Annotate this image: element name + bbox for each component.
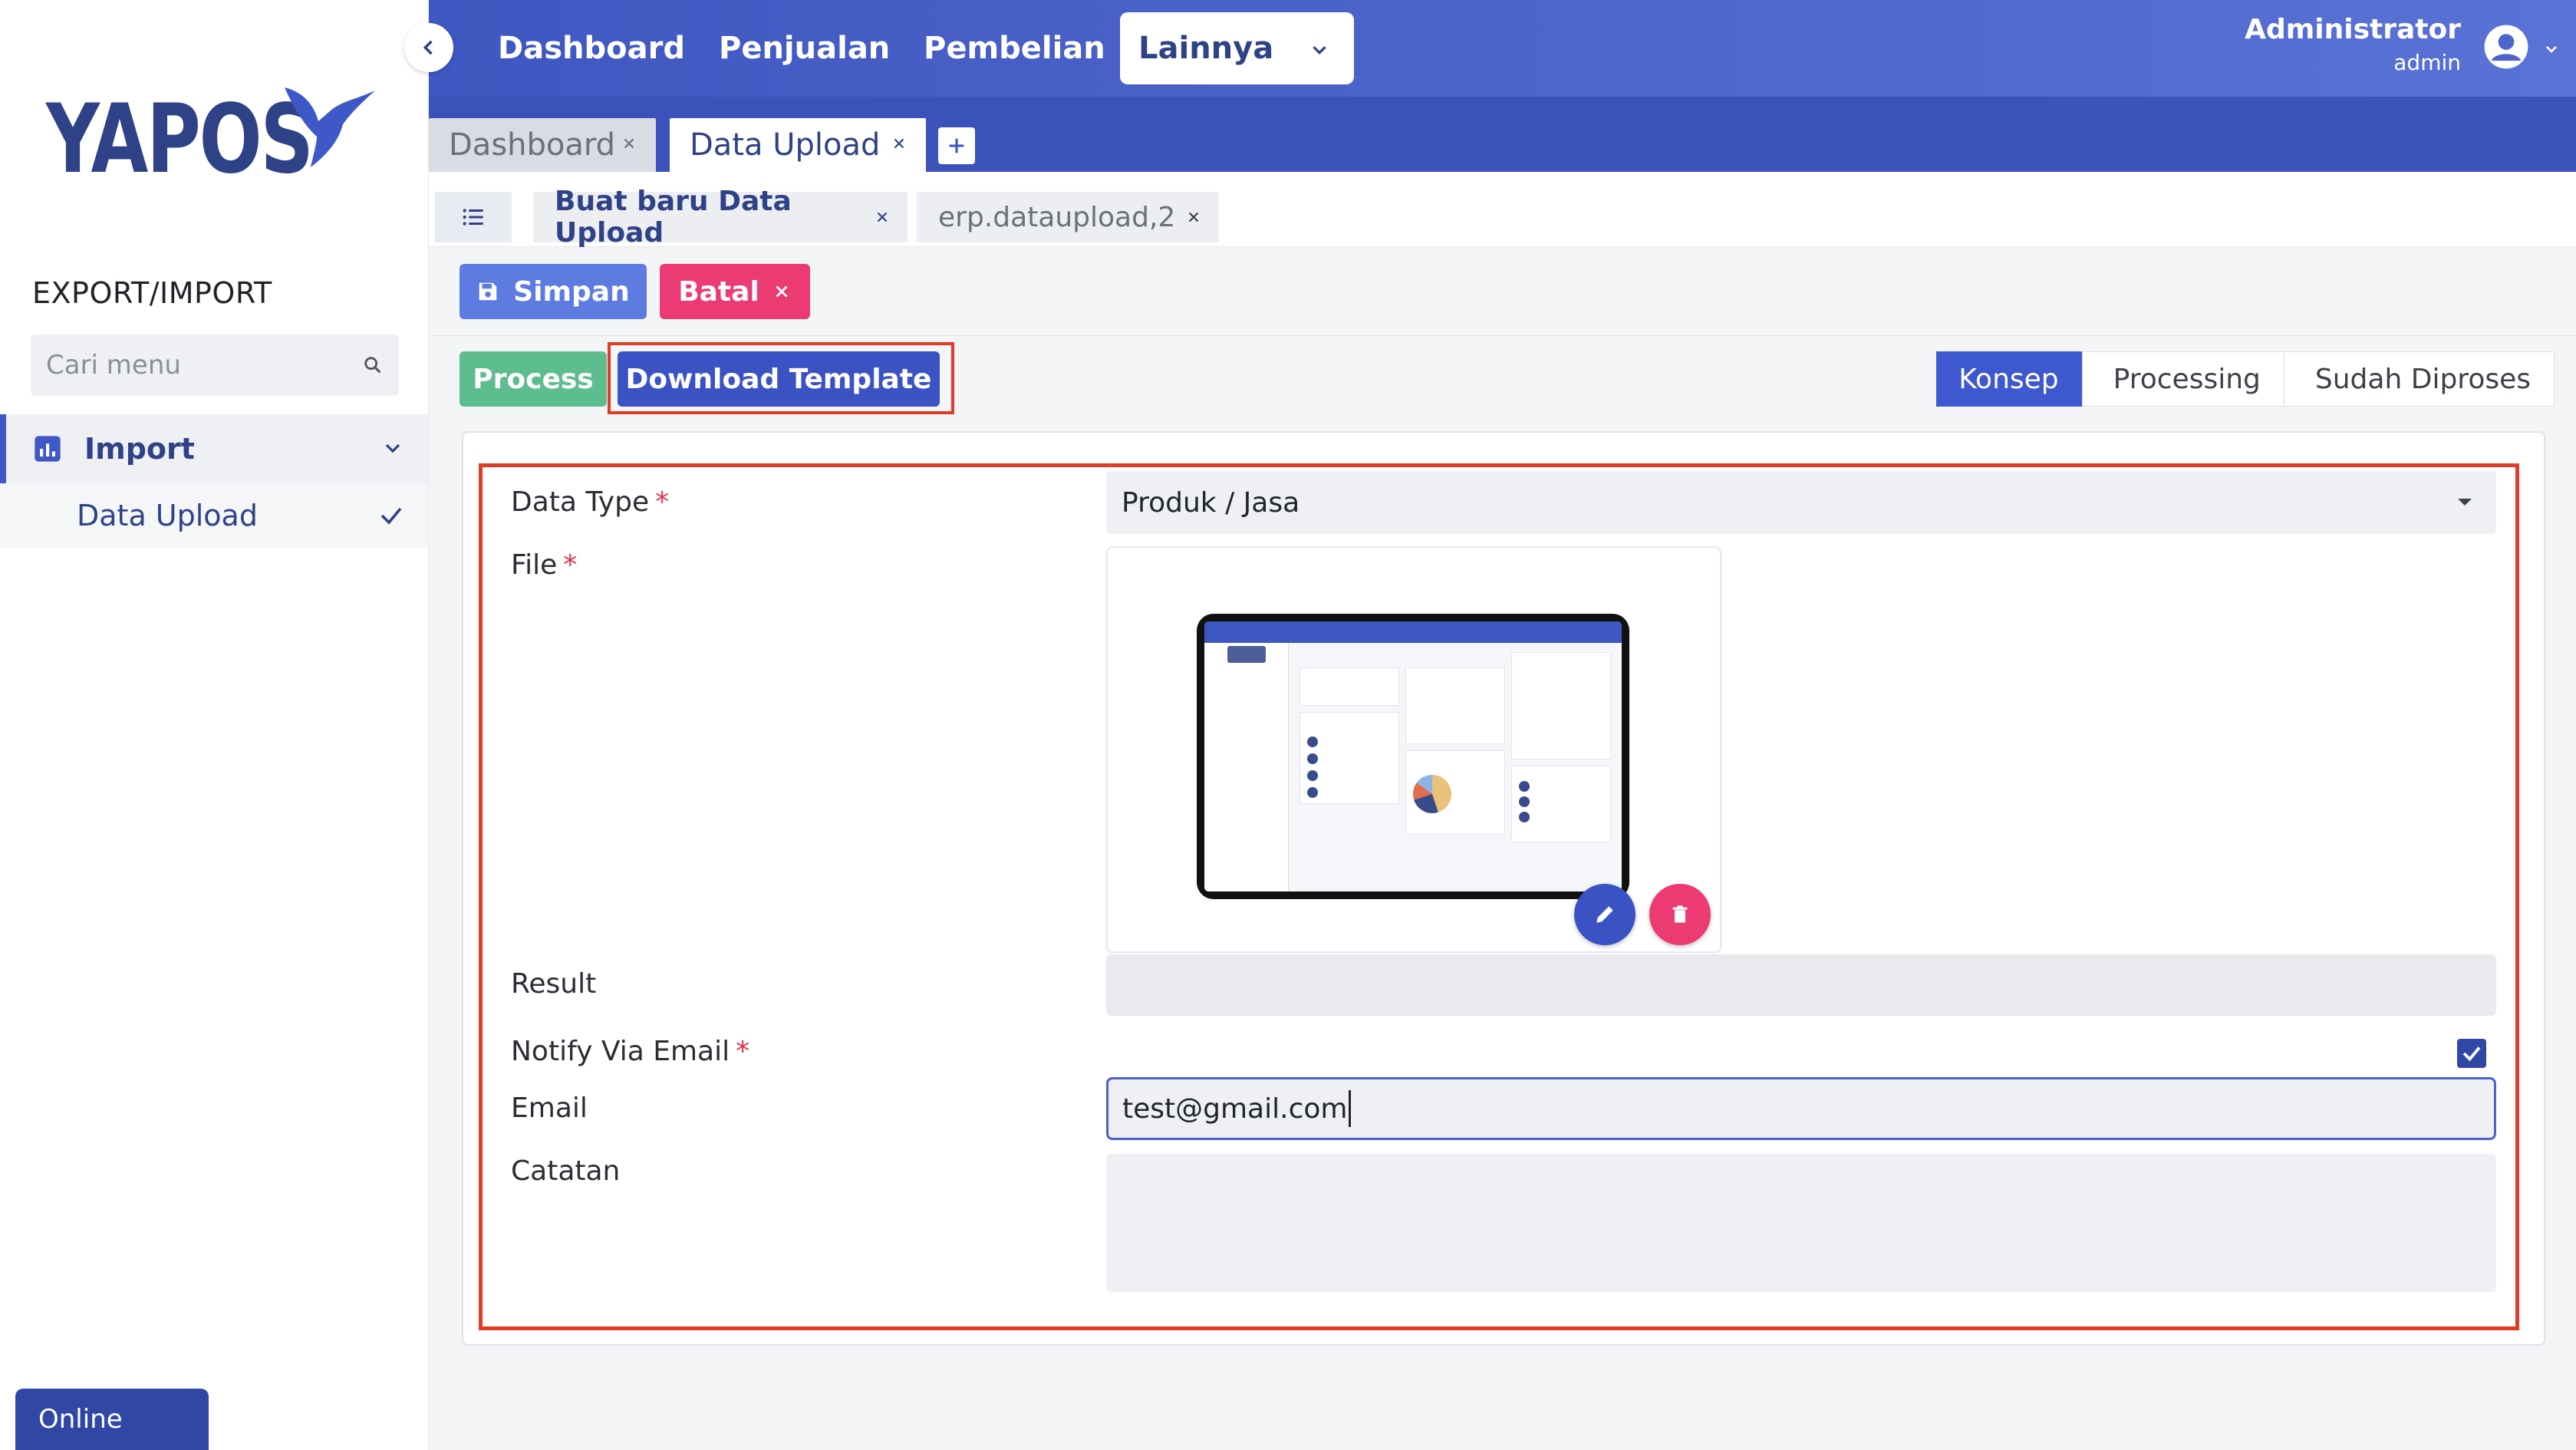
sidebar: YAPOS EXPORT/IMPORT Cari menu Import Dat… — [0, 0, 429, 1450]
add-tab-button[interactable] — [938, 127, 975, 164]
tab-dashboard[interactable]: Dashboard — [429, 118, 656, 172]
status-stages: Konsep Processing Sudah Diproses — [1936, 351, 2555, 407]
app-logo: YAPOS — [46, 84, 387, 195]
nav-dashboard[interactable]: Dashboard — [498, 0, 685, 97]
breadcrumb-record[interactable]: erp.dataupload,2 — [917, 192, 1219, 242]
form-actions: Simpan Batal — [429, 247, 2576, 336]
cancel-label: Batal — [678, 275, 759, 308]
menu-search-input[interactable]: Cari menu — [31, 334, 399, 396]
breadcrumb-new-upload[interactable]: Buat baru Data Upload — [533, 186, 908, 249]
required-mark: * — [563, 549, 578, 581]
edit-file-button[interactable] — [1574, 884, 1636, 945]
notify-label: Notify Via Email * — [511, 1036, 750, 1067]
result-label: Result — [511, 968, 597, 1000]
nav-pembelian[interactable]: Pembelian — [924, 0, 1105, 97]
stage-konsep[interactable]: Konsep — [1936, 351, 2083, 407]
user-info[interactable]: Administrator admin — [2245, 14, 2461, 75]
stage-sudah-diproses[interactable]: Sudah Diproses — [2283, 351, 2555, 407]
user-avatar-icon[interactable] — [2482, 23, 2530, 71]
save-button[interactable]: Simpan — [460, 264, 647, 319]
tab-data-upload[interactable]: Data Upload — [670, 118, 926, 172]
highlight-frame-template — [608, 342, 954, 414]
sidebar-item-import-label: Import — [84, 432, 195, 466]
notes-textarea[interactable] — [1106, 1154, 2496, 1292]
top-navbar: Dashboard Penjualan Pembelian Lainnya Ad… — [429, 0, 2576, 97]
list-icon — [463, 209, 483, 226]
close-icon[interactable] — [874, 209, 891, 226]
process-button[interactable]: Process — [460, 351, 607, 407]
chevron-down-icon — [1313, 46, 1326, 55]
email-label: Email — [511, 1092, 588, 1124]
search-placeholder: Cari menu — [46, 350, 181, 381]
file-label: File * — [511, 549, 578, 581]
notes-label: Catatan — [511, 1155, 621, 1187]
sidebar-item-data-upload[interactable]: Data Upload — [0, 483, 428, 548]
nav-more-label: Lainnya — [1138, 31, 1274, 66]
online-status-badge[interactable]: Online — [15, 1389, 209, 1450]
data-type-value: Produk / Jasa — [1122, 486, 1300, 519]
breadcrumb: Buat baru Data Upload erp.dataupload,2 — [429, 172, 2576, 249]
pencil-icon — [1596, 906, 1613, 923]
close-icon[interactable] — [891, 135, 908, 152]
data-type-label: Data Type * — [511, 486, 670, 518]
tab-bar: Dashboard Data Upload — [429, 97, 2576, 172]
plus-icon — [949, 138, 964, 153]
breadcrumb-record-label: erp.dataupload,2 — [938, 201, 1176, 233]
required-mark: * — [736, 1036, 750, 1067]
tab-dashboard-label: Dashboard — [449, 127, 616, 163]
required-mark: * — [655, 486, 670, 518]
close-icon — [776, 285, 788, 298]
delete-file-button[interactable] — [1649, 884, 1711, 945]
list-view-button[interactable] — [435, 192, 512, 242]
user-chevron-down-icon[interactable] — [2542, 40, 2561, 58]
user-role: admin — [2393, 50, 2461, 75]
sidebar-item-import[interactable]: Import — [0, 414, 428, 483]
logo-text: YAPOS — [46, 84, 314, 195]
chevron-left-icon — [423, 40, 433, 55]
stage-processing[interactable]: Processing — [2081, 351, 2284, 407]
tab-data-upload-label: Data Upload — [690, 127, 881, 163]
uploaded-image-thumbnail — [1197, 614, 1629, 899]
chart-icon — [35, 436, 61, 462]
user-name: Administrator — [2245, 14, 2461, 45]
workflow-row: Process Download Template Konsep Process… — [429, 338, 2576, 422]
result-field — [1106, 954, 2496, 1016]
email-value: test@gmail.com — [1122, 1092, 1348, 1125]
trash-icon — [1672, 905, 1688, 923]
close-icon[interactable] — [1185, 209, 1202, 226]
sidebar-item-data-upload-label: Data Upload — [77, 499, 258, 532]
caret-down-icon — [2458, 499, 2472, 506]
check-icon — [380, 507, 402, 525]
floppy-disk-icon — [479, 282, 497, 301]
bird-logo-icon — [285, 87, 375, 167]
text-cursor — [1349, 1090, 1352, 1127]
search-icon — [364, 357, 381, 374]
save-label: Simpan — [513, 275, 630, 308]
close-icon[interactable] — [621, 135, 637, 152]
check-icon — [2462, 1046, 2481, 1062]
section-title: EXPORT/IMPORT — [32, 276, 272, 310]
notify-via-email-checkbox[interactable] — [2457, 1039, 2486, 1068]
nav-more-dropdown[interactable]: Lainnya — [1120, 12, 1354, 84]
chevron-down-icon — [385, 443, 400, 453]
sidebar-collapse-button[interactable] — [404, 23, 453, 72]
nav-penjualan[interactable]: Penjualan — [719, 0, 890, 97]
cancel-button[interactable]: Batal — [660, 264, 810, 319]
breadcrumb-new-upload-label: Buat baru Data Upload — [555, 186, 792, 249]
file-preview[interactable] — [1106, 546, 1721, 953]
data-type-select[interactable]: Produk / Jasa — [1106, 471, 2496, 534]
email-field[interactable]: test@gmail.com — [1106, 1077, 2496, 1140]
